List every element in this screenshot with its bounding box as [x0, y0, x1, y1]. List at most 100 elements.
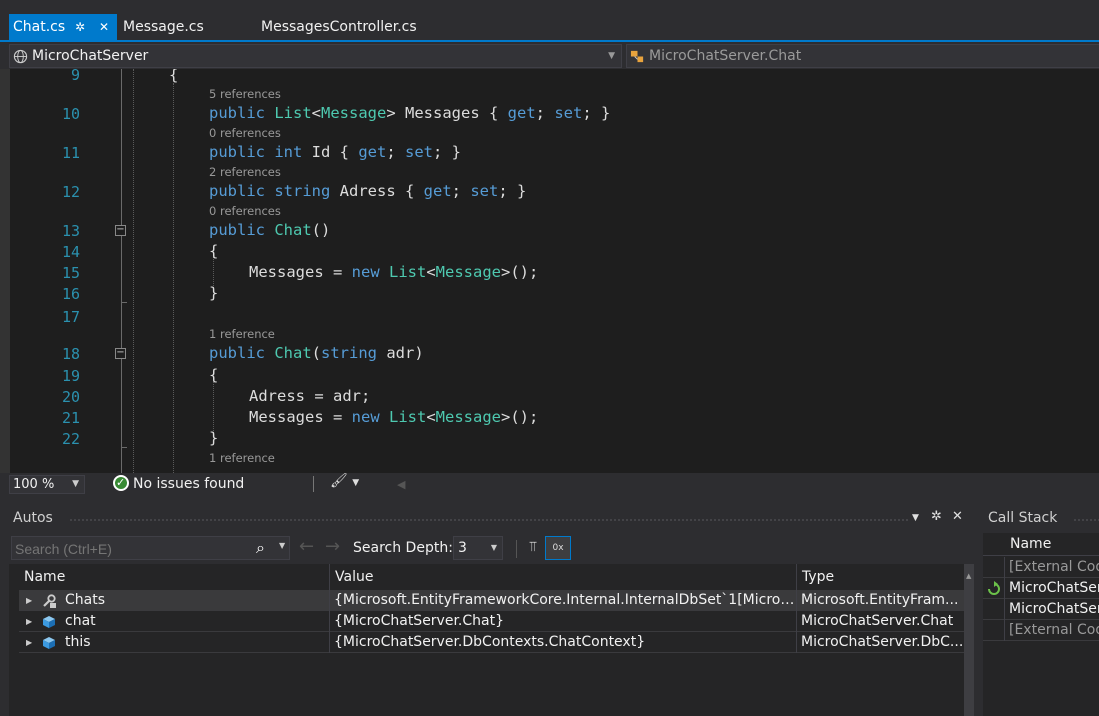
line-number: 9 — [70, 69, 80, 84]
tab-label: Message.cs — [123, 19, 204, 35]
frame-gutter — [983, 620, 1005, 641]
indent-guide — [173, 83, 174, 473]
tab-message-cs[interactable]: Message.cs — [123, 14, 204, 40]
arrow-left-icon[interactable]: ← — [299, 536, 314, 557]
type-dropdown[interactable]: MicroChatServer.Chat — [626, 44, 1099, 68]
codelens-references[interactable]: 1 reference — [209, 327, 275, 341]
autos-grid: Name Value Type ▶ Chats {Microsoft.Entit… — [19, 564, 964, 716]
codelens-references[interactable]: 5 references — [209, 87, 281, 101]
tab-messagescontroller-cs[interactable]: MessagesController.cs — [261, 14, 417, 40]
expand-arrow-icon[interactable]: ▶ — [26, 632, 32, 653]
panel-title: Call Stack — [988, 510, 1058, 526]
class-icon — [630, 50, 644, 63]
indent-guide — [133, 69, 134, 473]
line-number: 12 — [61, 183, 80, 201]
tab-label: MessagesController.cs — [261, 19, 417, 35]
search-icon[interactable]: ⌕ — [256, 538, 265, 558]
vertical-scrollbar[interactable]: ▲ — [964, 564, 974, 716]
tab-chat-cs[interactable]: Chat.cs ✲ ✕ — [9, 14, 117, 40]
column-header-name[interactable]: Name — [19, 564, 330, 590]
table-row[interactable]: ▶ Chats {Microsoft.EntityFrameworkCore.I… — [19, 590, 964, 611]
code-line: } — [209, 429, 219, 447]
frame-label: [External Cod — [1009, 559, 1099, 575]
issues-indicator[interactable]: ✓ No issues found — [113, 475, 244, 494]
column-header-type[interactable]: Type — [797, 564, 964, 590]
pin-icon[interactable]: ✲ — [75, 14, 85, 40]
outline-bar — [121, 69, 122, 473]
call-stack-frame[interactable]: MicroChatSer — [983, 578, 1099, 599]
line-number: 15 — [61, 264, 80, 282]
pin-icon[interactable]: ✲ — [931, 509, 942, 524]
column-header-value[interactable]: Value — [330, 564, 797, 590]
collapse-toggle[interactable]: − — [115, 348, 126, 359]
row-name: this — [61, 632, 330, 653]
call-stack-frame[interactable]: [External Cod — [983, 620, 1099, 641]
codelens-references[interactable]: 0 references — [209, 204, 281, 218]
line-number: 20 — [61, 388, 80, 406]
search-depth-dropdown[interactable]: 3 ▼ — [453, 536, 503, 560]
line-number: 19 — [61, 367, 80, 385]
row-value[interactable]: {MicroChatServer.Chat} — [330, 611, 797, 632]
scroll-up-icon[interactable]: ▲ — [966, 572, 971, 580]
row-name: Chats — [61, 590, 330, 611]
codelens-references[interactable]: 0 references — [209, 126, 281, 140]
row-type: MicroChatServer.Chat — [801, 613, 954, 629]
row-value[interactable]: {Microsoft.EntityFrameworkCore.Internal.… — [330, 590, 797, 611]
chevron-down-icon: ▼ — [490, 543, 497, 552]
zoom-dropdown[interactable]: 100 % ▼ — [9, 475, 85, 494]
code-line: public int Id { get; set; } — [209, 143, 462, 161]
line-number: 17 — [61, 308, 80, 326]
line-number: 21 — [61, 409, 80, 427]
outline-tick — [121, 302, 127, 303]
collapse-toggle[interactable]: − — [115, 225, 126, 236]
line-number: 11 — [61, 144, 80, 162]
table-row[interactable]: ▶ this {MicroChatServer.DbContexts.ChatC… — [19, 632, 964, 653]
search-input[interactable] — [15, 539, 250, 558]
drag-grip[interactable] — [69, 518, 909, 523]
code-line: Adress = adr; — [249, 387, 371, 405]
panel-gap — [0, 496, 1099, 506]
type-name: MicroChatServer.Chat — [649, 48, 802, 64]
row-type: Microsoft.EntityFram... — [801, 592, 959, 608]
search-depth-value: 3 — [458, 540, 467, 556]
expand-arrow-icon[interactable]: ▶ — [26, 611, 32, 632]
search-box[interactable]: ⌕ ▼ — [11, 536, 290, 560]
frame-label: MicroChatSer — [1009, 580, 1099, 596]
project-name: MicroChatServer — [32, 48, 149, 64]
object-cube-icon — [43, 616, 55, 628]
project-dropdown[interactable]: MicroChatServer ▼ — [9, 44, 622, 68]
frame-label: MicroChatSer — [1009, 601, 1099, 617]
globe-icon — [13, 49, 28, 64]
tab-label: Chat.cs — [13, 19, 66, 35]
window-position-icon[interactable]: ▼ — [912, 513, 919, 523]
table-row[interactable]: ▶ chat {MicroChatServer.Chat} MicroChatS… — [19, 611, 964, 632]
codelens-references[interactable]: 2 references — [209, 165, 281, 179]
check-circle-icon: ✓ — [113, 475, 129, 491]
column-header-name[interactable]: Name — [1010, 536, 1051, 552]
hexadecimal-display-icon[interactable]: 0x — [545, 536, 571, 560]
code-line: { — [209, 366, 219, 384]
codelens-references[interactable]: 1 reference — [209, 451, 275, 465]
close-icon[interactable]: ✕ — [952, 509, 963, 524]
call-stack-frame[interactable]: MicroChatSer — [983, 599, 1099, 620]
autos-title-bar: Autos ▼ ✲ ✕ — [9, 506, 974, 531]
line-number: 16 — [61, 285, 80, 303]
document-tab-bar: Chat.cs ✲ ✕ Message.cs MessagesControlle… — [0, 14, 1099, 42]
code-cleanup-icon[interactable]: 🖌︎ ▼ — [330, 473, 359, 489]
scroll-left-icon[interactable]: ◀ — [397, 473, 405, 496]
autos-toolbar: ⌕ ▼ ← → Search Depth: 3 ▼ ⫪ 0x — [9, 531, 974, 564]
line-number: 13 — [61, 222, 80, 240]
close-icon[interactable]: ✕ — [99, 14, 109, 40]
chevron-down-icon[interactable]: ▼ — [279, 541, 285, 550]
expand-arrow-icon[interactable]: ▶ — [26, 590, 32, 611]
row-value[interactable]: {MicroChatServer.DbContexts.ChatContext} — [330, 632, 797, 653]
call-stack-frame[interactable]: [External Cod — [983, 557, 1099, 578]
filter-pinned-icon[interactable]: ⫪ — [522, 536, 544, 558]
line-number: 10 — [61, 105, 80, 123]
chevron-down-icon: ▼ — [608, 51, 615, 61]
arrow-right-icon[interactable]: → — [325, 536, 340, 557]
frame-label: [External Cod — [1009, 622, 1099, 638]
drag-grip[interactable] — [1073, 518, 1099, 523]
code-editor[interactable]: 9 10 11 12 13 14 15 16 17 18 19 20 21 22… — [0, 69, 1099, 473]
row-name: chat — [61, 611, 330, 632]
